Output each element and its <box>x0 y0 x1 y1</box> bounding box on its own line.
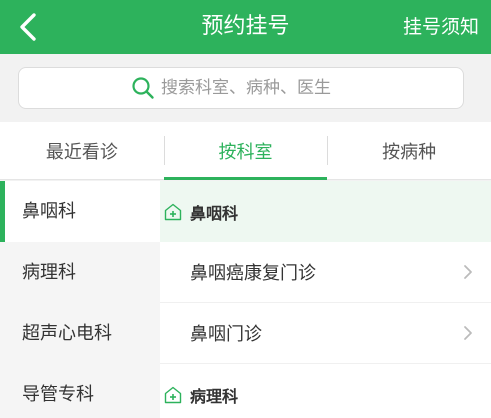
sidebar-item-catheter[interactable]: 导管专科 <box>0 364 160 418</box>
category-tabs: 最近看诊 按科室 按病种 <box>0 122 491 180</box>
top-bar: 预约挂号 挂号须知 <box>0 0 491 54</box>
clinic-label: 鼻咽癌康复门诊 <box>190 263 316 284</box>
tab-by-department[interactable]: 按科室 <box>163 122 328 180</box>
clinic-list: 鼻咽科 鼻咽癌康复门诊 鼻咽门诊 病理科 <box>160 181 491 418</box>
group-label: 病理科 <box>190 386 239 406</box>
sidebar-item-pathology[interactable]: 病理科 <box>0 242 160 303</box>
chevron-left-icon <box>20 13 36 41</box>
clinic-row-nasopharynx-rehab[interactable]: 鼻咽癌康复门诊 <box>160 242 491 303</box>
search-icon <box>132 77 154 99</box>
hospital-icon <box>164 203 182 220</box>
department-sidebar: 鼻咽科 病理科 超声心电科 导管专科 <box>0 181 160 418</box>
sidebar-item-nasopharynx[interactable]: 鼻咽科 <box>0 181 160 242</box>
sidebar-item-ultrasound-ecg[interactable]: 超声心电科 <box>0 303 160 364</box>
tab-recent-visits[interactable]: 最近看诊 <box>0 122 164 179</box>
group-label: 鼻咽科 <box>190 203 239 223</box>
search-box[interactable] <box>18 67 464 109</box>
tab-by-disease[interactable]: 按病种 <box>327 122 491 179</box>
search-input[interactable] <box>161 78 351 98</box>
search-area <box>0 54 491 122</box>
clinic-label: 鼻咽门诊 <box>190 324 262 345</box>
clinic-row-nasopharynx-clinic[interactable]: 鼻咽门诊 <box>160 303 491 364</box>
hospital-icon <box>164 386 182 403</box>
registration-notice-link[interactable]: 挂号须知 <box>403 0 479 54</box>
chevron-right-icon <box>464 265 472 279</box>
chevron-right-icon <box>464 326 472 340</box>
back-button[interactable] <box>10 8 46 46</box>
group-header-pathology: 病理科 <box>160 364 491 418</box>
group-header-nasopharynx: 鼻咽科 <box>160 181 491 242</box>
